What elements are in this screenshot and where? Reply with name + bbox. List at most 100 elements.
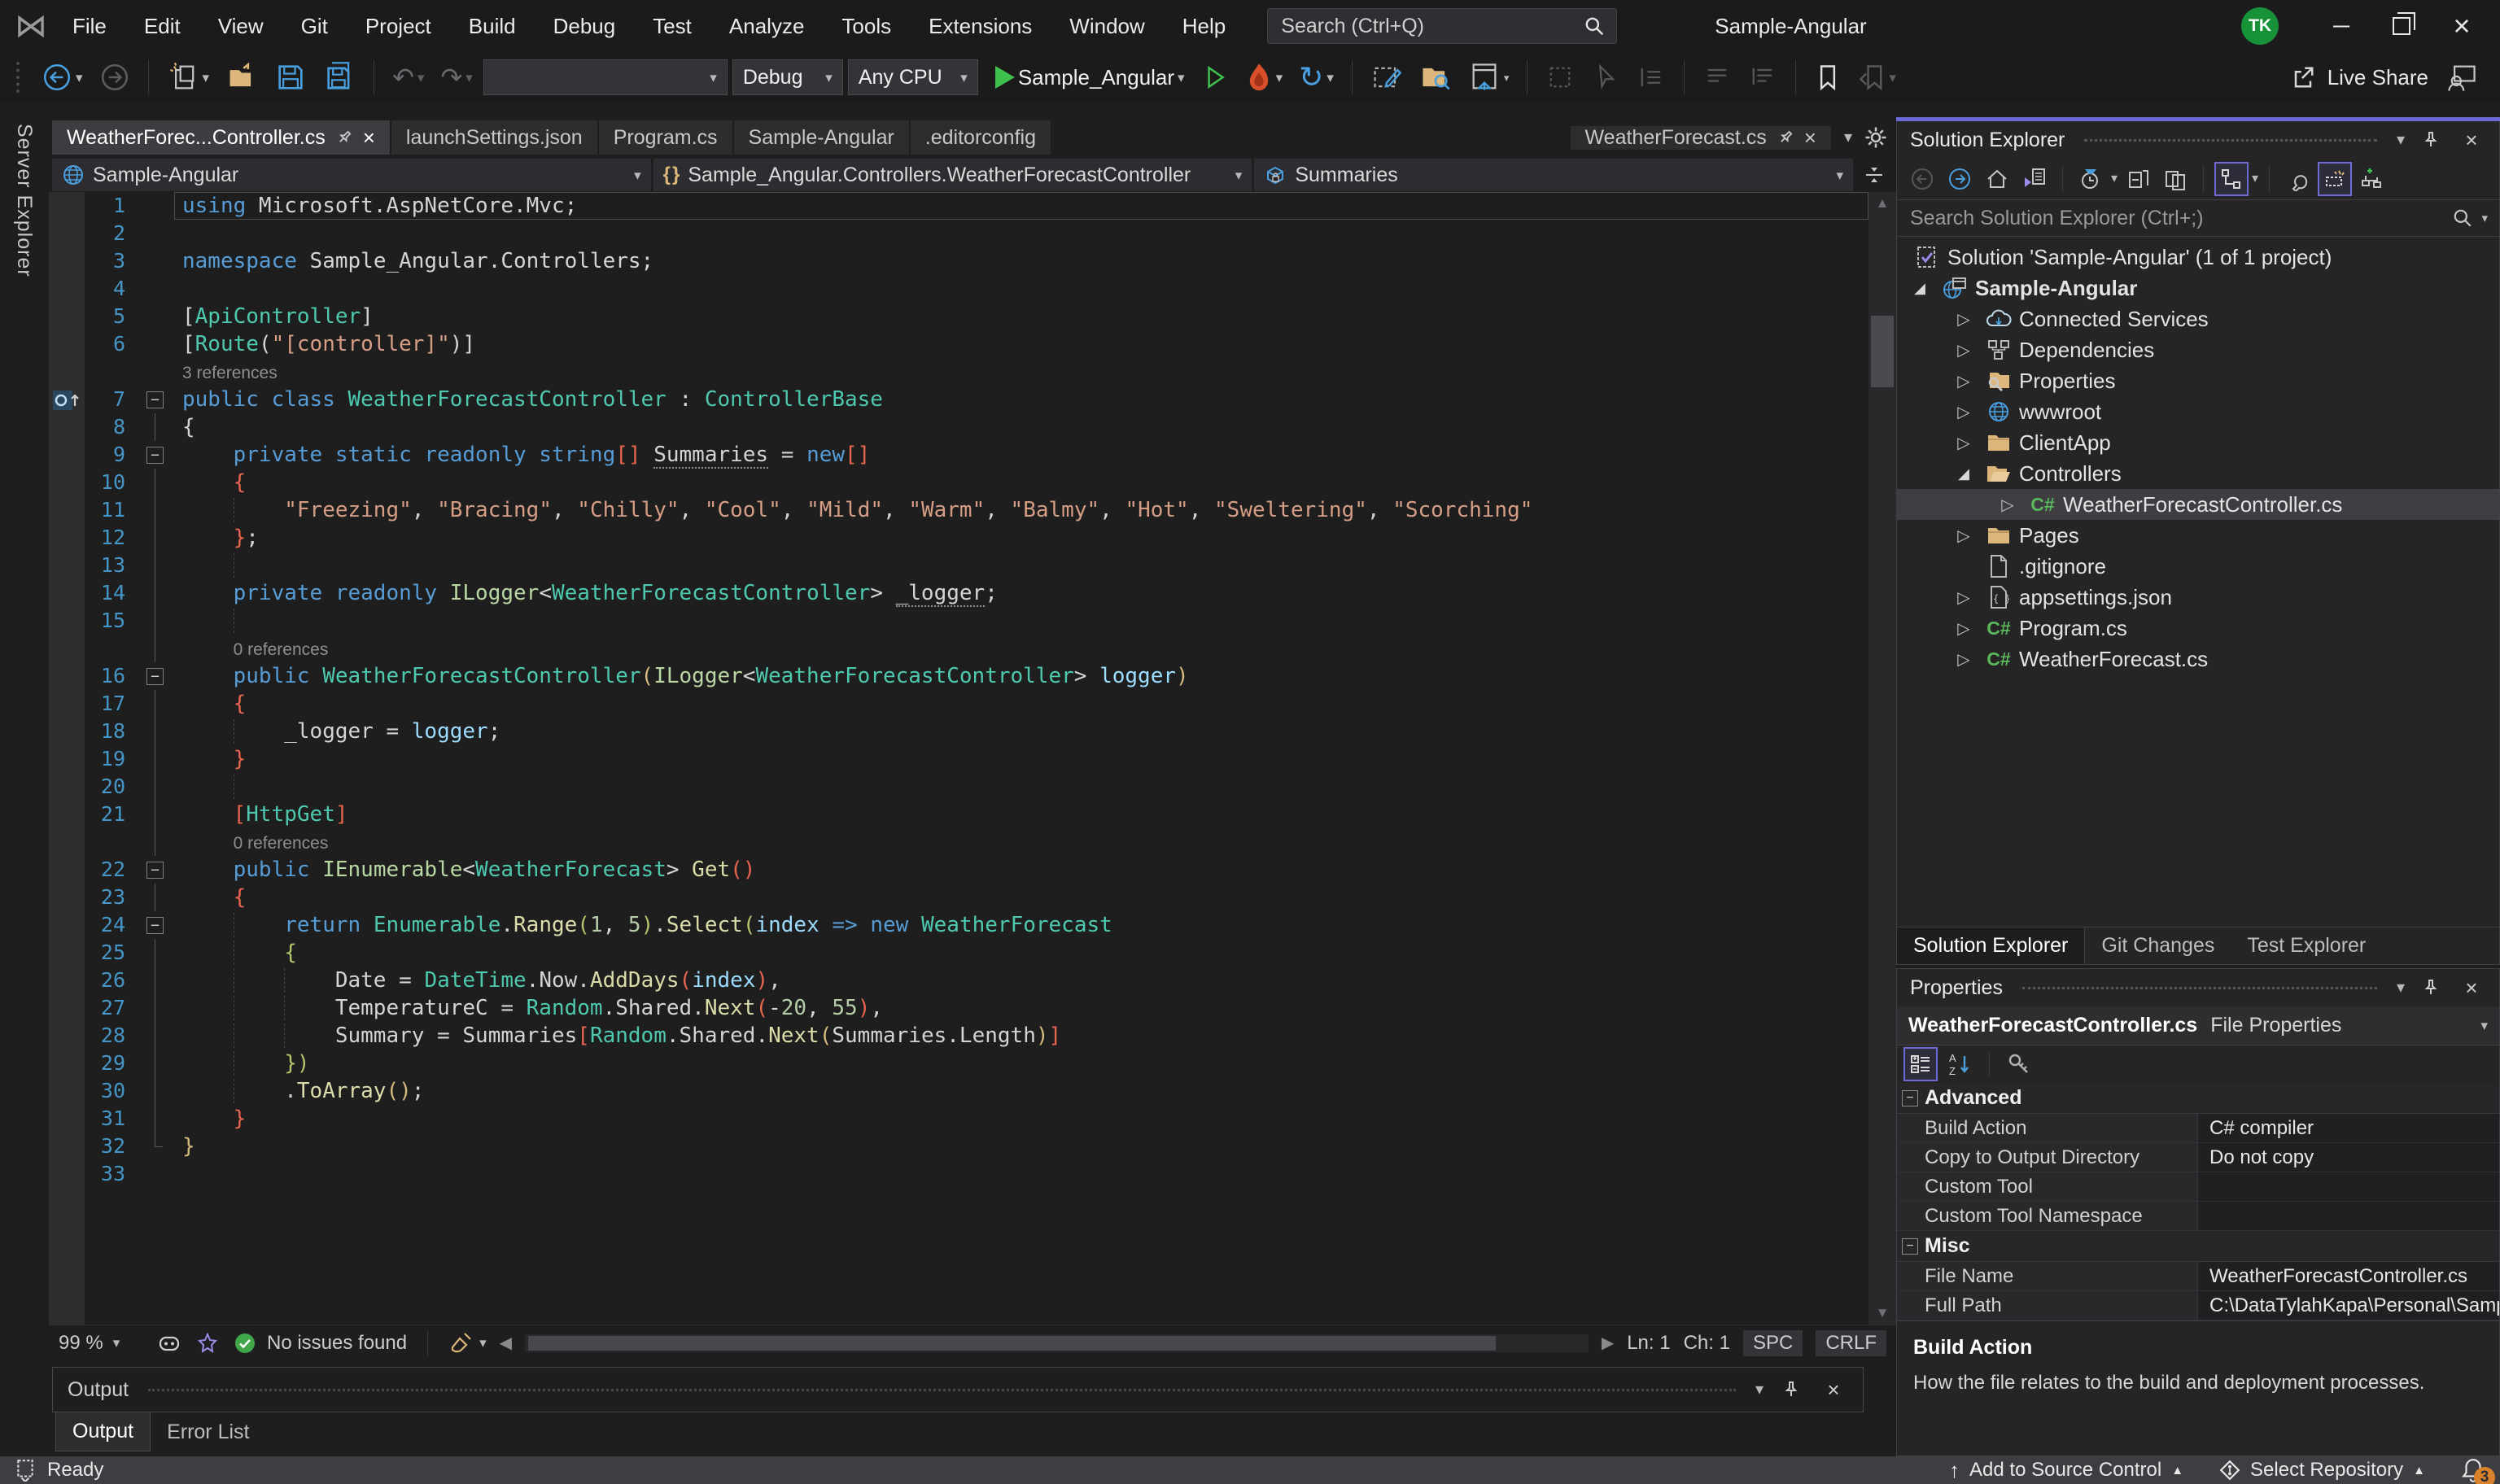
property-row-build-action[interactable]: Build ActionC# compiler xyxy=(1897,1114,2499,1143)
property-group-misc[interactable]: −Misc xyxy=(1897,1231,2499,1262)
se-home-button[interactable] xyxy=(1980,162,2014,196)
fold-margin[interactable] xyxy=(138,994,174,1022)
se-pending-changes-filter-button[interactable] xyxy=(2074,162,2108,196)
line-number[interactable]: 24 xyxy=(85,911,138,939)
tab-settings-gear-icon[interactable] xyxy=(1864,125,1888,150)
glyph-margin[interactable] xyxy=(49,469,85,496)
tree-chevron-icon[interactable]: ▷ xyxy=(1947,618,1980,639)
fold-toggle[interactable]: − xyxy=(146,447,164,464)
glyph-margin[interactable] xyxy=(49,828,85,856)
output-tab-output[interactable]: Output xyxy=(55,1412,151,1451)
menu-project[interactable]: Project xyxy=(347,0,450,52)
save-button[interactable] xyxy=(269,59,312,96)
doc-tab-weatherforecast-cs[interactable]: WeatherForecast.cs× xyxy=(1571,126,1831,150)
line-number[interactable]: 26 xyxy=(85,967,138,994)
code-cleanup-icon[interactable]: ▾ xyxy=(448,1330,487,1356)
minimize-button[interactable]: ─ xyxy=(2311,0,2371,52)
line-number[interactable]: 32 xyxy=(85,1133,138,1160)
tree-item--gitignore[interactable]: .gitignore xyxy=(1897,551,2499,582)
glyph-margin[interactable] xyxy=(49,884,85,911)
solution-explorer-close-icon[interactable]: × xyxy=(2457,125,2486,155)
menu-test[interactable]: Test xyxy=(634,0,710,52)
indent-button[interactable] xyxy=(1631,59,1672,96)
start-without-debugging-button[interactable] xyxy=(1195,59,1235,96)
output-tab-error-list[interactable]: Error List xyxy=(151,1412,265,1451)
panel-tab-test-explorer[interactable]: Test Explorer xyxy=(2231,928,2382,964)
tree-item-appsettings-json[interactable]: ▷{ }appsettings.json xyxy=(1897,582,2499,613)
line-number[interactable] xyxy=(85,828,138,856)
restore-button[interactable] xyxy=(2371,0,2432,52)
select-repository-button[interactable]: Select Repository ▲ xyxy=(2219,1459,2425,1482)
collapse-group-icon[interactable]: − xyxy=(1902,1238,1918,1255)
fold-margin[interactable] xyxy=(138,247,174,275)
panel-tab-git-changes[interactable]: Git Changes xyxy=(2085,928,2231,964)
fold-margin[interactable] xyxy=(138,220,174,247)
previous-bookmark-button[interactable]: ▾ xyxy=(1852,59,1902,96)
fold-margin[interactable] xyxy=(138,773,174,801)
tree-item-controllers[interactable]: ◢Controllers xyxy=(1897,458,2499,489)
property-row-custom-tool[interactable]: Custom Tool xyxy=(1897,1172,2499,1202)
fold-margin[interactable] xyxy=(138,745,174,773)
solution-explorer-pin-icon[interactable] xyxy=(2416,125,2445,155)
zoom-dropdown[interactable]: 99 %▾ xyxy=(59,1332,143,1355)
undo-button[interactable]: ↶▾ xyxy=(387,59,430,96)
doc-tab--editorconfig[interactable]: .editorconfig xyxy=(911,120,1051,155)
solution-explorer-search[interactable]: ▾ xyxy=(1897,199,2499,237)
tree-chevron-icon[interactable]: ▷ xyxy=(1947,433,1980,453)
line-number[interactable]: 30 xyxy=(85,1077,138,1105)
properties-menu[interactable]: ▾ xyxy=(2397,980,2405,996)
glyph-margin[interactable] xyxy=(49,690,85,718)
glyph-margin[interactable] xyxy=(49,247,85,275)
fold-margin[interactable] xyxy=(138,1133,174,1160)
tree-chevron-icon[interactable]: ◢ xyxy=(1903,280,1936,297)
fold-margin[interactable] xyxy=(138,1105,174,1133)
props-property-pages-button[interactable] xyxy=(2002,1047,2036,1081)
restart-app-button[interactable]: ↻▾ xyxy=(1293,59,1340,96)
code-editor[interactable]: 1using Microsoft.AspNetCore.Mvc;23namesp… xyxy=(49,192,1896,1325)
tree-item-weatherforecast-cs[interactable]: ▷C#WeatherForecast.cs xyxy=(1897,644,2499,674)
property-value[interactable]: C# compiler xyxy=(2198,1114,2499,1142)
se-forward-button[interactable] xyxy=(1943,162,1977,196)
menu-analyze[interactable]: Analyze xyxy=(710,0,824,52)
properties-pin-icon[interactable] xyxy=(2416,973,2445,1002)
feedback-button[interactable] xyxy=(2440,59,2484,96)
tree-item-properties[interactable]: ▷Properties xyxy=(1897,365,2499,396)
tree-item-wwwroot[interactable]: ▷wwwroot xyxy=(1897,396,2499,427)
live-share-button[interactable]: Live Share xyxy=(2288,63,2435,92)
tree-chevron-icon[interactable]: ◢ xyxy=(1947,465,1980,482)
menu-build[interactable]: Build xyxy=(450,0,535,52)
server-explorer-vertical-tab[interactable]: Server Explorer xyxy=(12,124,36,277)
solution-explorer-menu[interactable]: ▾ xyxy=(2397,132,2405,148)
glyph-margin[interactable] xyxy=(49,1050,85,1077)
line-number[interactable]: 19 xyxy=(85,745,138,773)
glyph-margin[interactable] xyxy=(49,413,85,441)
vertical-scrollbar-thumb[interactable] xyxy=(1871,316,1894,387)
panel-tab-solution-explorer[interactable]: Solution Explorer xyxy=(1897,928,2085,964)
glyph-margin[interactable] xyxy=(49,441,85,469)
horizontal-scrollbar[interactable] xyxy=(525,1334,1589,1352)
glyph-margin[interactable] xyxy=(49,1022,85,1050)
fold-margin[interactable] xyxy=(138,1022,174,1050)
fold-margin[interactable] xyxy=(138,358,174,386)
glyph-margin[interactable] xyxy=(49,552,85,579)
menu-git[interactable]: Git xyxy=(282,0,347,52)
open-file-button[interactable] xyxy=(220,59,264,96)
property-value[interactable]: WeatherForecastController.cs xyxy=(2198,1262,2499,1290)
vertical-scrollbar[interactable]: ▲ ▼ xyxy=(1868,192,1896,1325)
glyph-margin[interactable] xyxy=(49,386,85,413)
line-number[interactable]: 12 xyxy=(85,524,138,552)
intellicode-icon[interactable] xyxy=(195,1331,220,1355)
glyph-margin[interactable] xyxy=(49,579,85,607)
glyph-margin[interactable] xyxy=(49,330,85,358)
comment-button[interactable] xyxy=(1697,59,1737,96)
fold-margin[interactable] xyxy=(138,469,174,496)
line-number[interactable]: 33 xyxy=(85,1160,138,1188)
glyph-margin[interactable] xyxy=(49,220,85,247)
add-to-source-control-button[interactable]: ↑ Add to Source Control ▲ xyxy=(1949,1458,2183,1483)
doc-tab-sample-angular[interactable]: Sample-Angular xyxy=(734,120,909,155)
save-all-button[interactable] xyxy=(317,59,361,96)
line-number[interactable]: 16 xyxy=(85,662,138,690)
doc-tab-launchsettings-json[interactable]: launchSettings.json xyxy=(391,120,597,155)
line-number[interactable]: 8 xyxy=(85,413,138,441)
line-number[interactable]: 20 xyxy=(85,773,138,801)
